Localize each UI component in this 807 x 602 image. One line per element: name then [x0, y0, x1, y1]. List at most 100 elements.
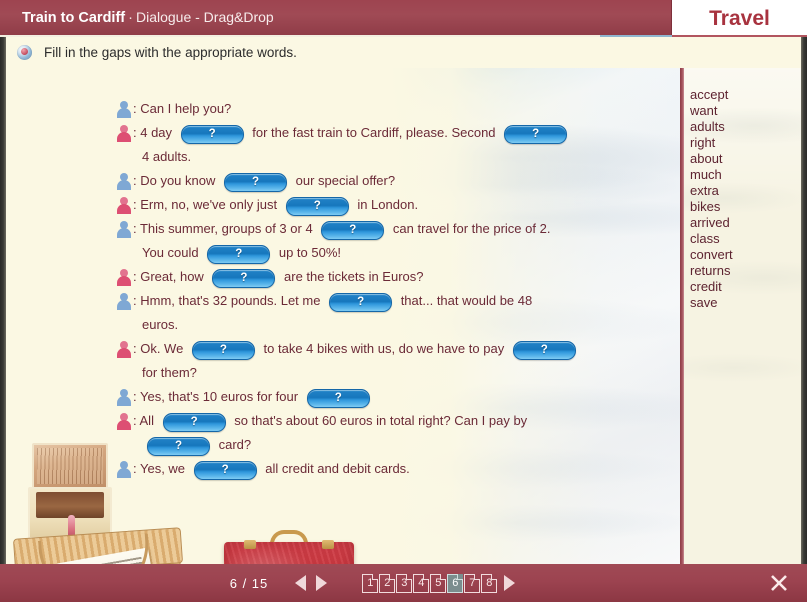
- customer-avatar-icon: [116, 341, 132, 358]
- wordbank-item[interactable]: extra: [690, 183, 801, 199]
- page-thumb-4[interactable]: 4: [413, 574, 429, 593]
- avatar-body: [117, 108, 131, 118]
- lesson-title: Train to Cardiff: [22, 10, 125, 26]
- wordbank-item[interactable]: credit: [690, 279, 801, 295]
- wordbank-item[interactable]: save: [690, 295, 801, 311]
- wordbank-item[interactable]: convert: [690, 247, 801, 263]
- clerk-avatar-icon: [116, 221, 132, 238]
- wordbank-item[interactable]: arrived: [690, 215, 801, 231]
- dialogue-text-segment: all credit and debit cards.: [262, 458, 410, 480]
- wordbank-item[interactable]: bikes: [690, 199, 801, 215]
- title-bar: Train to Cardiff·Dialogue - Drag&Drop: [0, 0, 672, 37]
- dialogue-line: euros.: [116, 314, 656, 336]
- brand-logo: Travel: [709, 7, 770, 31]
- dialogue-text: You could ? up to 50%!: [142, 242, 341, 264]
- wordbank-panel: acceptwantadultsrightaboutmuchextrabikes…: [684, 68, 801, 564]
- dialogue-text-segment: : Erm, no, we've only just: [133, 194, 281, 216]
- dialogue-line: : Yes, that's 10 euros for four ?: [116, 386, 656, 408]
- dialogue-line: : All ? so that's about 60 euros in tota…: [116, 410, 656, 432]
- dialogue-line: You could ? up to 50%!: [116, 242, 656, 264]
- dialogue-text-segment: : Yes, that's 10 euros for four: [133, 386, 302, 408]
- page-thumb-6[interactable]: 6: [447, 574, 463, 593]
- drop-zone-gap[interactable]: ?: [307, 389, 370, 408]
- customer-avatar-icon: [116, 197, 132, 214]
- drop-zone-gap[interactable]: ?: [181, 125, 244, 144]
- dialogue-text-segment: card?: [215, 434, 251, 456]
- customer-avatar-icon: [116, 269, 132, 286]
- dialogue-text: : Great, how ? are the tickets in Euros?: [133, 266, 424, 288]
- avatar-body: [117, 276, 131, 286]
- exercise-panel: : Can I help you?: 4 day ? for the fast …: [6, 68, 680, 564]
- page-thumb-3[interactable]: 3: [396, 574, 412, 593]
- dialogue-text-segment: for the fast train to Cardiff, please. S…: [249, 122, 500, 144]
- dialogue-text-segment: : Hmm, that's 32 pounds. Let me: [133, 290, 324, 312]
- wordbank-item[interactable]: about: [690, 151, 801, 167]
- drop-zone-gap[interactable]: ?: [212, 269, 275, 288]
- page-selector: 12345678: [362, 574, 520, 593]
- triangle-right-icon[interactable]: [316, 575, 327, 591]
- page-thumb-1[interactable]: 1: [362, 574, 378, 593]
- dialogue-line: : Erm, no, we've only just ? in London.: [116, 194, 656, 216]
- dialogue-text-segment: : Ok. We: [133, 338, 187, 360]
- next-page-group-icon[interactable]: [504, 575, 515, 591]
- title-separator: ·: [125, 10, 136, 26]
- dialogue-text-segment: : Great, how: [133, 266, 207, 288]
- drop-zone-gap[interactable]: ?: [192, 341, 255, 360]
- drop-zone-gap[interactable]: ?: [194, 461, 257, 480]
- wordbank-item[interactable]: right: [690, 135, 801, 151]
- dialogue-text-segment: in London.: [354, 194, 418, 216]
- dialogue-text-segment: : Can I help you?: [133, 98, 231, 120]
- avatar-body: [117, 132, 131, 142]
- dialogue-line: : Great, how ? are the tickets in Euros?: [116, 266, 656, 288]
- wordbank-item[interactable]: accept: [690, 87, 801, 103]
- drop-zone-gap[interactable]: ?: [207, 245, 270, 264]
- dialogue-line: : This summer, groups of 3 or 4 ? can tr…: [116, 218, 656, 240]
- avatar-body: [117, 396, 131, 406]
- dialogue-line: ? card?: [116, 434, 656, 456]
- dialogue-text-segment: for them?: [142, 362, 197, 384]
- wordbank-item[interactable]: much: [690, 167, 801, 183]
- page-thumb-2[interactable]: 2: [379, 574, 395, 593]
- dialogue-text-segment: so that's about 60 euros in total right?…: [231, 410, 528, 432]
- drop-zone-gap[interactable]: ?: [286, 197, 349, 216]
- dialogue-line: : Hmm, that's 32 pounds. Let me ? that..…: [116, 290, 656, 312]
- drop-zone-gap[interactable]: ?: [513, 341, 576, 360]
- dialogue-text-segment: : 4 day: [133, 122, 176, 144]
- close-button[interactable]: [750, 564, 807, 602]
- drop-zone-gap[interactable]: ?: [163, 413, 226, 432]
- dialogue-text-segment: : Do you know: [133, 170, 219, 192]
- wordbank-item[interactable]: class: [690, 231, 801, 247]
- clerk-avatar-icon: [116, 461, 132, 478]
- dialogue-text: : Hmm, that's 32 pounds. Let me ? that..…: [133, 290, 532, 312]
- drop-zone-gap[interactable]: ?: [329, 293, 392, 312]
- navigation-controls: 6 / 15 12345678: [0, 564, 750, 602]
- dialogue-text-segment: You could: [142, 242, 202, 264]
- triangle-left-icon[interactable]: [295, 575, 306, 591]
- drop-zone-gap[interactable]: ?: [321, 221, 384, 240]
- page-thumb-8[interactable]: 8: [481, 574, 497, 593]
- dialogue-text-segment: 4 adults.: [142, 146, 191, 168]
- wordbank-item[interactable]: adults: [690, 119, 801, 135]
- dialogue-text: for them?: [142, 362, 197, 384]
- avatar-body: [117, 300, 131, 310]
- instruction-text: Fill in the gaps with the appropriate wo…: [44, 45, 297, 60]
- drop-zone-gap[interactable]: ?: [147, 437, 210, 456]
- avatar-body: [117, 228, 131, 238]
- dialogue-text-segment: to take 4 bikes with us, do we have to p…: [260, 338, 508, 360]
- wordbank-item[interactable]: want: [690, 103, 801, 119]
- wordbank-item[interactable]: returns: [690, 263, 801, 279]
- dialogue-text: : This summer, groups of 3 or 4 ? can tr…: [133, 218, 550, 240]
- drop-zone-gap[interactable]: ?: [224, 173, 287, 192]
- dialogue-text: euros.: [142, 314, 178, 336]
- clerk-avatar-icon: [116, 293, 132, 310]
- avatar-body: [117, 420, 131, 430]
- dialogue-list: : Can I help you?: 4 day ? for the fast …: [116, 98, 656, 482]
- brand-area: Travel: [672, 0, 807, 37]
- page-thumb-7[interactable]: 7: [464, 574, 480, 593]
- page-thumb-5[interactable]: 5: [430, 574, 446, 593]
- dialogue-line: : Yes, we ? all credit and debit cards.: [116, 458, 656, 480]
- dialogue-text: ? card?: [142, 434, 251, 456]
- dialogue-text-segment: : Yes, we: [133, 458, 189, 480]
- dialogue-text-segment: up to 50%!: [275, 242, 341, 264]
- drop-zone-gap[interactable]: ?: [504, 125, 567, 144]
